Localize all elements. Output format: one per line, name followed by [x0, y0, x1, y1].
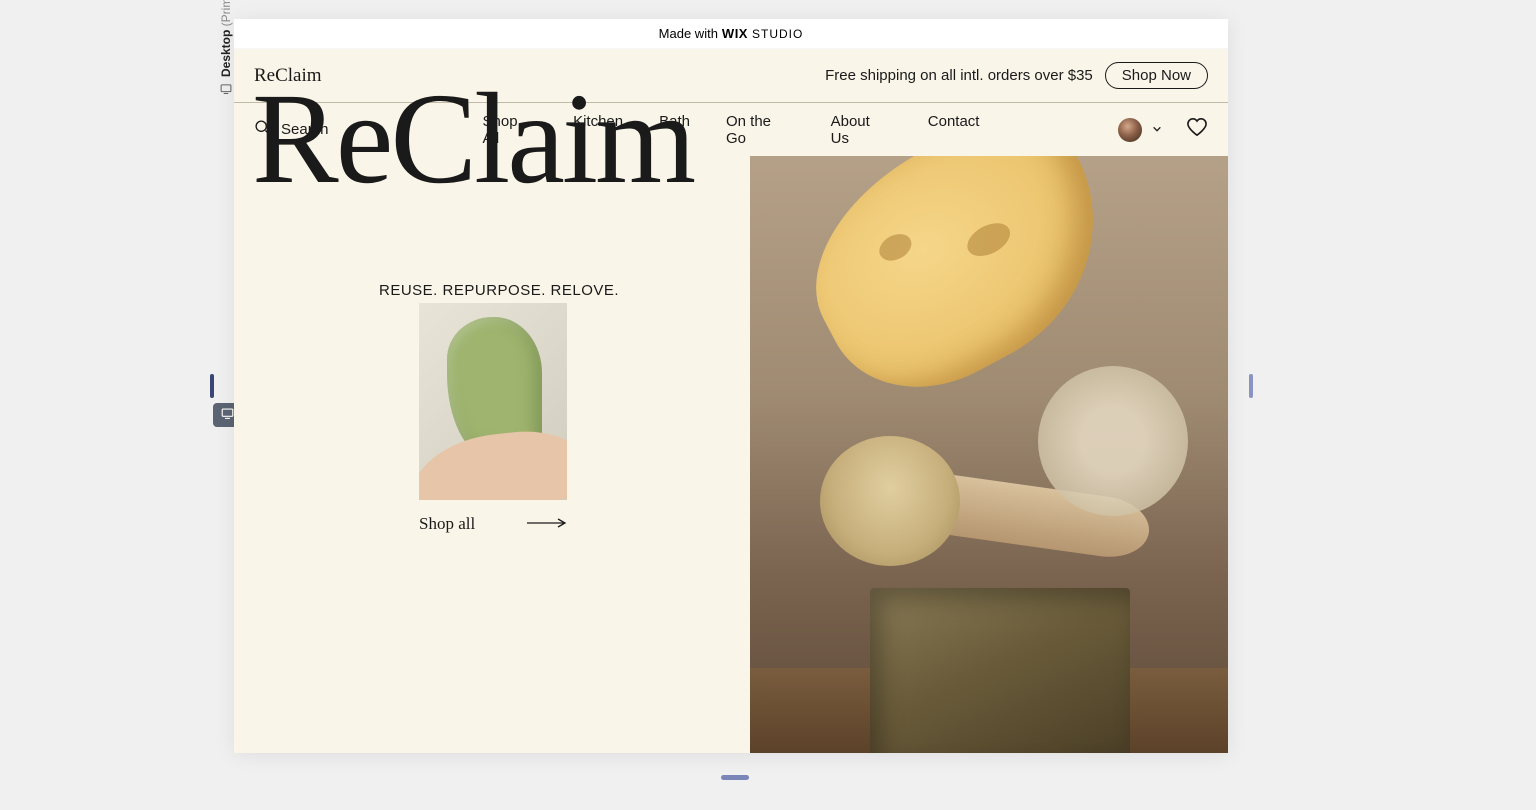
desktop-icon [220, 83, 232, 95]
hero-image [750, 156, 1228, 753]
resize-handle-bottom[interactable] [721, 775, 749, 780]
made-with-banner[interactable]: Made with WIX STUDIO [234, 19, 1228, 49]
resize-handle-left[interactable] [210, 374, 214, 398]
hero-tagline: REUSE. REPURPOSE. RELOVE. [379, 282, 619, 299]
product-thumbnail[interactable] [419, 303, 567, 500]
shop-all-link[interactable]: Shop all [419, 514, 567, 534]
desktop-icon [221, 407, 234, 423]
user-avatar[interactable] [1118, 118, 1142, 142]
nav-link-about-us[interactable]: About Us [831, 113, 892, 147]
nav-link-on-the-go[interactable]: On the Go [726, 113, 795, 147]
wix-logo: WIX [722, 26, 748, 41]
arrow-right-icon [527, 515, 567, 533]
hero-title: ReClaim [252, 74, 693, 204]
site-canvas: Made with WIX STUDIO ReClaim Free shippi… [234, 19, 1228, 753]
resize-handle-right[interactable] [1249, 374, 1253, 398]
device-breakpoint-label: Desktop (Primary) [219, 0, 233, 95]
shipping-message: Free shipping on all intl. orders over $… [825, 67, 1093, 84]
wishlist-heart-icon[interactable] [1186, 117, 1208, 142]
shop-now-button[interactable]: Shop Now [1105, 62, 1208, 89]
hero-section: REUSE. REPURPOSE. RELOVE. Shop all ReCla… [234, 156, 1228, 753]
nav-link-contact[interactable]: Contact [928, 113, 980, 147]
chevron-down-icon[interactable] [1152, 121, 1162, 139]
